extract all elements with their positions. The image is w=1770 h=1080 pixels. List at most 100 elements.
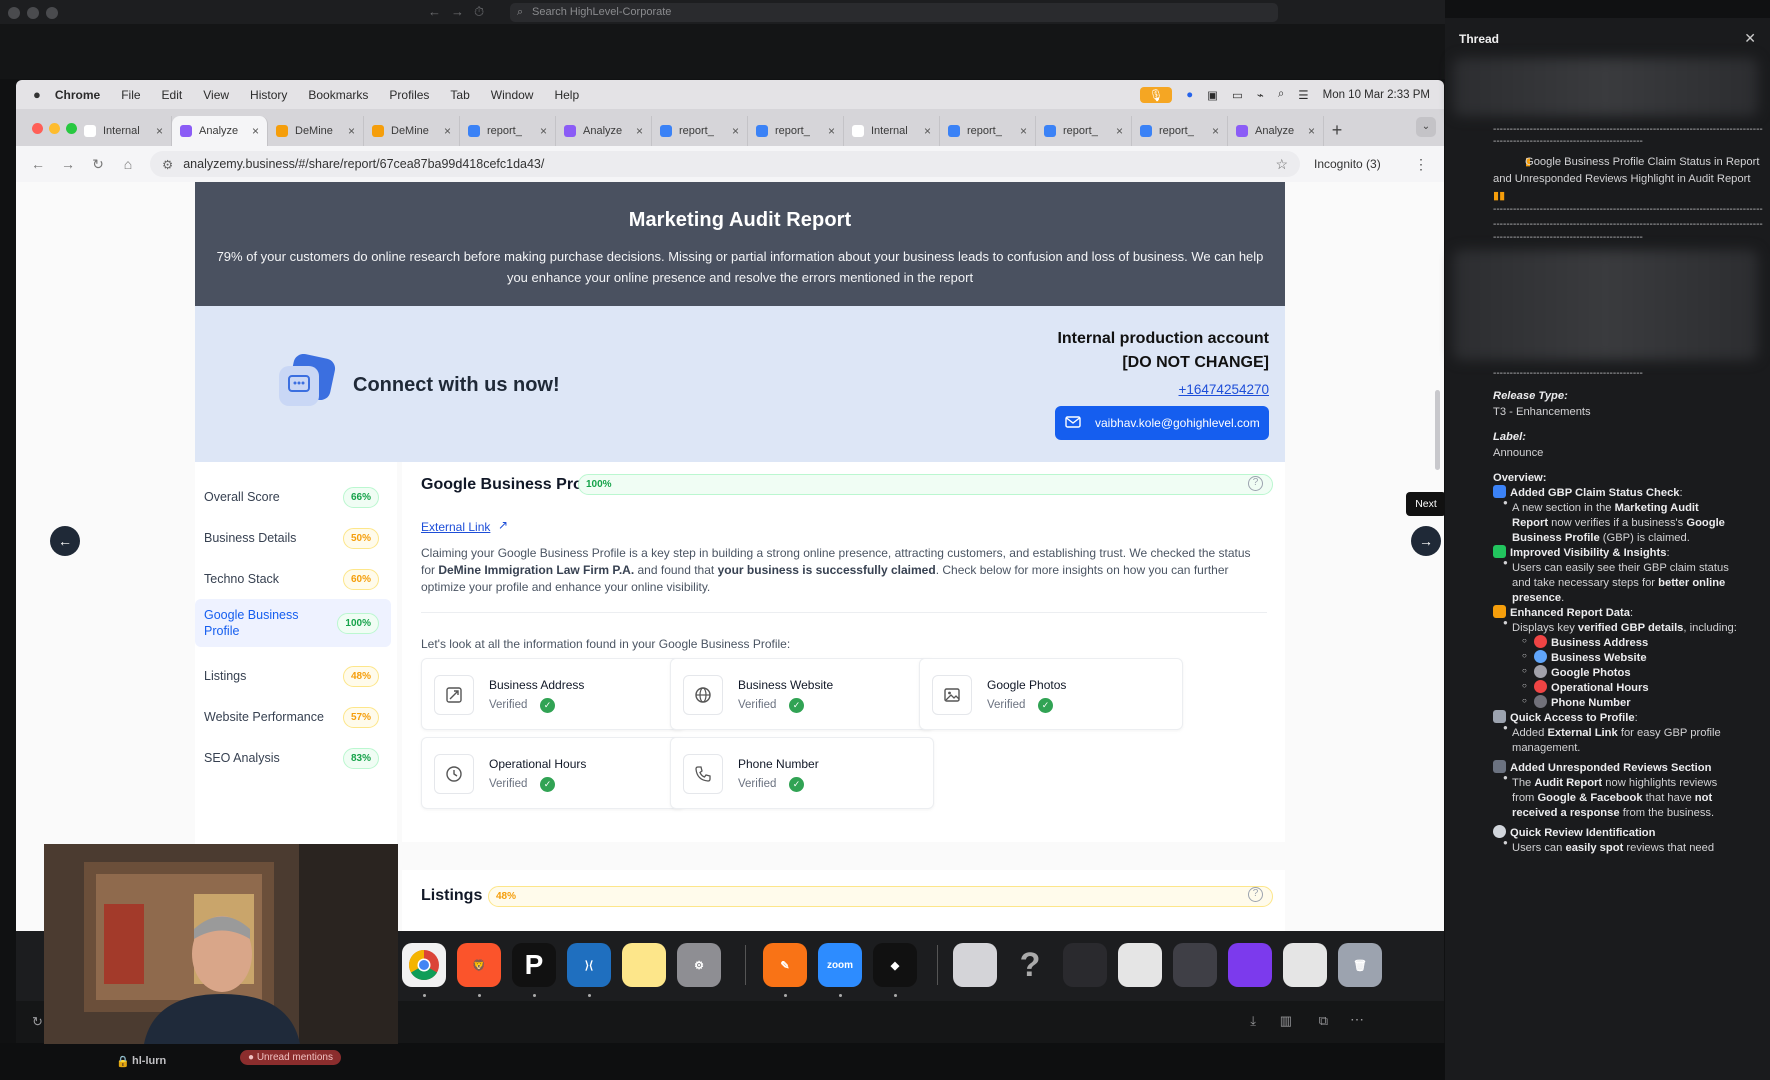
new-tab-button[interactable]: + (1324, 116, 1350, 146)
help-dock-icon[interactable]: ? (1008, 943, 1052, 987)
minimized-window-dock-icon[interactable] (1063, 943, 1107, 987)
browser-tab[interactable]: DeMine × (364, 116, 460, 146)
window-close-dot[interactable] (32, 123, 43, 134)
menu-profiles[interactable]: Profiles (389, 88, 429, 102)
spotlight-icon[interactable]: ⌕ (1278, 88, 1284, 101)
sidebar-item[interactable]: Listings 48% (195, 655, 391, 697)
contact-email-button[interactable]: vaibhav.kole@gohighlevel.com (1055, 406, 1269, 440)
more-options-icon[interactable]: ⋯ (1350, 1011, 1364, 1028)
trash-dock-icon[interactable]: 🗑 (1338, 943, 1382, 987)
browser-tab[interactable]: report_ × (940, 116, 1036, 146)
battery-icon[interactable]: ▭ (1232, 88, 1243, 102)
bookmark-star-icon[interactable]: ☆ (1275, 156, 1288, 173)
browser-tab[interactable]: Analyze × (556, 116, 652, 146)
tab-close-icon[interactable]: × (828, 124, 835, 138)
reload-icon[interactable]: ↻ (90, 156, 106, 173)
channel-name[interactable]: hl-lurn (132, 1055, 166, 1067)
url-field[interactable]: ⚙ analyzemy.business/#/share/report/67ce… (150, 151, 1300, 177)
menu-window[interactable]: Window (491, 88, 534, 102)
cube-app-dock-icon[interactable]: ◆ (873, 943, 917, 987)
menu-file[interactable]: File (121, 88, 140, 102)
menu-bookmarks[interactable]: Bookmarks (308, 88, 368, 102)
browser-tab[interactable]: Internal × (76, 116, 172, 146)
tab-close-icon[interactable]: × (444, 124, 451, 138)
help-icon[interactable]: ? (1248, 476, 1263, 491)
browser-tab[interactable]: DeMine × (268, 116, 364, 146)
pasteapp-dock-icon[interactable]: P (512, 943, 556, 987)
help-icon[interactable]: ? (1248, 887, 1263, 902)
outer-search-bar[interactable]: ⌕ Search HighLevel-Corporate (510, 3, 1278, 22)
tab-close-icon[interactable]: × (1020, 124, 1027, 138)
back-icon[interactable]: ← (30, 156, 46, 172)
refresh-icon[interactable]: ↻ (32, 1014, 43, 1030)
tab-search-button[interactable]: ⌄ (1416, 117, 1436, 137)
finder-window-dock-icon[interactable] (953, 943, 997, 987)
sidebar-item[interactable]: Business Details 50% (195, 517, 391, 559)
popout-icon[interactable]: ⧉ (1319, 1013, 1328, 1029)
apple-icon[interactable]: ● (33, 87, 41, 102)
menu-tab[interactable]: Tab (450, 88, 469, 102)
zoom-status-icon[interactable]: ● (1186, 89, 1193, 101)
tab-close-icon[interactable]: × (156, 124, 163, 138)
menu-edit[interactable]: Edit (162, 88, 183, 102)
zoom-dock-icon[interactable]: zoom (818, 943, 862, 987)
split-view-icon[interactable]: ▥ (1280, 1013, 1292, 1029)
sidebar-item[interactable]: Website Performance 57% (195, 696, 391, 738)
forward-icon[interactable]: → (60, 156, 76, 172)
tab-close-icon[interactable]: × (732, 124, 739, 138)
menu-help[interactable]: Help (554, 88, 579, 102)
control-center-icon[interactable]: ☰ (1298, 88, 1308, 102)
home-icon[interactable]: ⌂ (120, 156, 136, 172)
chrome-dock-icon[interactable] (402, 943, 446, 987)
browser-tab[interactable]: report_ × (1036, 116, 1132, 146)
tab-close-icon[interactable]: × (540, 124, 547, 138)
sketch-dock-icon[interactable]: ✎ (763, 943, 807, 987)
minimized-window-dock-icon[interactable] (1173, 943, 1217, 987)
brave-dock-icon[interactable]: 🦁 (457, 943, 501, 987)
page-scrollbar[interactable] (1435, 390, 1440, 470)
tab-close-icon[interactable]: × (1116, 124, 1123, 138)
tab-close-icon[interactable]: × (252, 124, 259, 138)
wifi-off-icon[interactable]: ⌁ (1257, 88, 1264, 102)
close-icon[interactable]: ✕ (1744, 30, 1756, 47)
menu-view[interactable]: View (203, 88, 229, 102)
vscode-dock-icon[interactable]: ⟩⟨ (567, 943, 611, 987)
next-section-button[interactable]: → (1411, 526, 1441, 556)
browser-menu-icon[interactable]: ⋮ (1414, 156, 1428, 173)
outer-zoom-dot[interactable] (46, 7, 58, 19)
browser-tab[interactable]: Analyze × (1228, 116, 1324, 146)
sidebar-item[interactable]: Overall Score 66% (195, 476, 391, 518)
tab-close-icon[interactable]: × (348, 124, 355, 138)
sidebar-item[interactable]: SEO Analysis 83% (195, 737, 391, 779)
browser-tab[interactable]: report_ × (748, 116, 844, 146)
browser-tab[interactable]: report_ × (652, 116, 748, 146)
external-link[interactable]: External Link (421, 520, 490, 534)
notes-dock-icon[interactable] (622, 943, 666, 987)
external-link-icon[interactable]: ↗ (498, 518, 508, 532)
previous-section-button[interactable]: ← (50, 526, 80, 556)
outer-history-nav[interactable]: ←→⏱ (428, 4, 494, 20)
sidebar-item[interactable]: Techno Stack 60% (195, 558, 391, 600)
menu-history[interactable]: History (250, 88, 287, 102)
minimized-window-dock-icon[interactable] (1118, 943, 1162, 987)
menu-app-name[interactable]: Chrome (55, 88, 100, 102)
outer-minimize-dot[interactable] (27, 7, 39, 19)
outer-close-dot[interactable] (8, 7, 20, 19)
window-minimize-dot[interactable] (49, 123, 60, 134)
incognito-indicator[interactable]: Incognito (3) (1314, 157, 1381, 171)
minimized-window-dock-icon[interactable] (1283, 943, 1327, 987)
sidebar-item[interactable]: Google Business Profile 100% (195, 599, 391, 647)
site-settings-icon[interactable]: ⚙ (162, 157, 173, 172)
tab-close-icon[interactable]: × (924, 124, 931, 138)
pasteapp-icon[interactable]: ▣ (1207, 88, 1218, 102)
minimized-window-dock-icon[interactable] (1228, 943, 1272, 987)
browser-tab[interactable]: Internal × (844, 116, 940, 146)
contact-phone-link[interactable]: +16474254270 (1179, 382, 1269, 397)
browser-tab[interactable]: report_ × (460, 116, 556, 146)
browser-tab[interactable]: Analyze × (172, 116, 268, 146)
download-icon[interactable]: ⤓ (1250, 1013, 1256, 1029)
unread-mentions-badge[interactable]: ● Unread mentions (240, 1050, 341, 1065)
tab-close-icon[interactable]: × (1308, 124, 1315, 138)
tab-close-icon[interactable]: × (636, 124, 643, 138)
browser-tab[interactable]: report_ × (1132, 116, 1228, 146)
